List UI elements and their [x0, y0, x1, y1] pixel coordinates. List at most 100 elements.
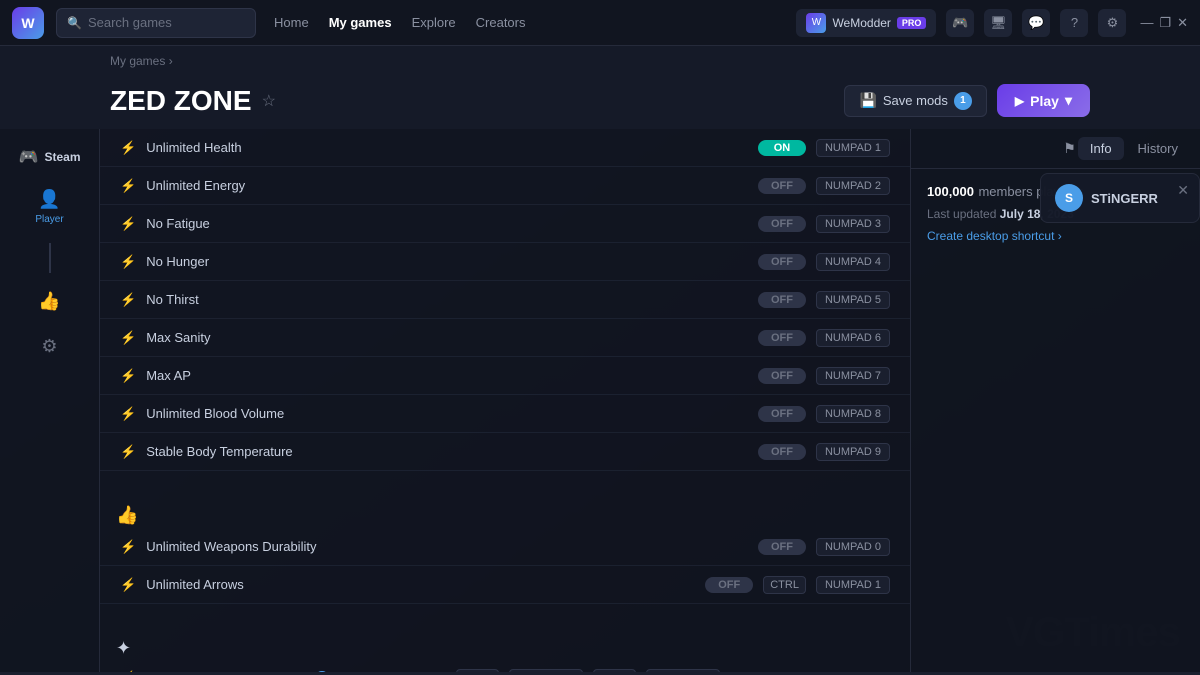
lightning-icon: ⚡ [120, 330, 136, 346]
mod-name-no-hunger: No Hunger [146, 254, 748, 269]
mod-name-unlimited-health: Unlimited Health [146, 140, 748, 155]
minimize-btn[interactable]: — [1140, 15, 1153, 31]
mod-row-max-sanity: ⚡ Max Sanity OFF NUMPAD 6 [100, 319, 910, 357]
toggle-no-thirst[interactable]: OFF [758, 292, 806, 308]
controller-icon-btn[interactable]: 🎮 [946, 9, 974, 37]
toggle-stable-temp[interactable]: OFF [758, 444, 806, 460]
speed-label: Set Game Speed [146, 671, 266, 673]
speed-section-gap [100, 604, 910, 634]
key-ctrl-speed1: CTRL [456, 669, 499, 672]
speed-slider-thumb[interactable] [315, 671, 329, 672]
toggle-max-ap[interactable]: OFF [758, 368, 806, 384]
toggle-no-hunger[interactable]: OFF [758, 254, 806, 270]
window-controls: — ❐ ✕ [1140, 15, 1188, 31]
play-label: Play [1030, 93, 1059, 109]
key-ctrl-arrows: CTRL [763, 576, 806, 594]
steam-label: Steam [44, 150, 80, 164]
user-avatar: S [1055, 184, 1083, 212]
player-mods-section: ⚡ Unlimited Health ON NUMPAD 1 ⚡ Unlimit… [100, 129, 910, 672]
steam-icon: 🎮 [18, 147, 38, 167]
key-numpad8: NUMPAD 8 [816, 405, 890, 423]
lightning-icon: ⚡ [120, 254, 136, 270]
mod-row-no-thirst: ⚡ No Thirst OFF NUMPAD 5 [100, 281, 910, 319]
play-chevron: ▾ [1065, 92, 1072, 109]
mod-name-max-sanity: Max Sanity [146, 330, 748, 345]
toggle-unlimited-blood[interactable]: OFF [758, 406, 806, 422]
play-button[interactable]: ▶ Play ▾ [997, 84, 1090, 117]
mod-name-unlimited-blood: Unlimited Blood Volume [146, 406, 748, 421]
toggle-max-sanity[interactable]: OFF [758, 330, 806, 346]
key-numpad2-speed: NUMPAD 2 [646, 669, 720, 672]
sidebar-item-player[interactable]: 👤 Player [0, 181, 99, 233]
wemodder-icon: W [806, 13, 826, 33]
mod-name-unlimited-arrows: Unlimited Arrows [146, 577, 695, 592]
logo-icon[interactable]: W [12, 7, 44, 39]
search-box[interactable]: 🔍 Search games [56, 8, 256, 38]
wemodder-badge[interactable]: W WeModder PRO [796, 9, 936, 37]
save-count-badge: 1 [954, 92, 972, 110]
close-btn[interactable]: ✕ [1177, 15, 1188, 31]
mod-row-no-fatigue: ⚡ No Fatigue OFF NUMPAD 3 [100, 205, 910, 243]
info-tabs: ⚑ Info History [911, 129, 1200, 169]
speed-section-icon: ✦ [116, 638, 131, 659]
sidebar-item-crosshair[interactable]: ⚙ [0, 328, 99, 365]
mod-row-unlimited-blood: ⚡ Unlimited Blood Volume OFF NUMPAD 8 [100, 395, 910, 433]
mod-name-unlimited-energy: Unlimited Energy [146, 178, 748, 193]
help-icon-btn[interactable]: ? [1060, 9, 1088, 37]
favorite-star-btn[interactable]: ☆ [262, 91, 276, 111]
mod-row-stable-temp: ⚡ Stable Body Temperature OFF NUMPAD 9 [100, 433, 910, 471]
header-right: 💾 Save mods 1 ▶ Play ▾ [844, 84, 1090, 117]
key-numpad7: NUMPAD 7 [816, 367, 890, 385]
key-numpad1: NUMPAD 1 [816, 139, 890, 157]
nav-creators[interactable]: Creators [476, 15, 526, 30]
info-content: 100,000 members play this Last updated J… [911, 169, 1200, 672]
monitor-icon-btn[interactable]: 🖥 [984, 9, 1012, 37]
discord-icon-btn[interactable]: 💬 [1022, 9, 1050, 37]
weapons-section-gap [100, 471, 910, 501]
create-shortcut-link[interactable]: Create desktop shortcut › [927, 229, 1184, 243]
key-numpad4: NUMPAD 4 [816, 253, 890, 271]
lightning-icon: ⚡ [120, 368, 136, 384]
nav-home[interactable]: Home [274, 15, 309, 30]
game-title: ZED ZONE [110, 85, 252, 117]
user-popup: ✕ S STiNGERR [1040, 173, 1200, 223]
key-numpad0: NUMPAD 0 [816, 538, 890, 556]
maximize-btn[interactable]: ❐ [1159, 15, 1171, 31]
mod-name-stable-temp: Stable Body Temperature [146, 444, 748, 459]
set-game-speed-row: ⚡ Set Game Speed 100 CTRL NUMPAD 3 CTRL … [100, 661, 910, 672]
toggle-unlimited-arrows[interactable]: OFF [705, 577, 753, 593]
tab-history[interactable]: History [1126, 137, 1190, 160]
close-popup-btn[interactable]: ✕ [1177, 182, 1189, 199]
breadcrumb: My games › [0, 46, 1200, 76]
key-numpad9: NUMPAD 9 [816, 443, 890, 461]
steam-platform-area: 🎮 Steam [0, 141, 99, 173]
key-numpad5: NUMPAD 5 [816, 291, 890, 309]
nav-explore[interactable]: Explore [412, 15, 456, 30]
lightning-icon: ⚡ [120, 140, 136, 156]
lightning-icon: ⚡ [120, 216, 136, 232]
mod-row-max-ap: ⚡ Max AP OFF NUMPAD 7 [100, 357, 910, 395]
breadcrumb-parent[interactable]: My games [110, 54, 165, 68]
mod-row-no-hunger: ⚡ No Hunger OFF NUMPAD 4 [100, 243, 910, 281]
toggle-unlimited-energy[interactable]: OFF [758, 178, 806, 194]
nav-my-games[interactable]: My games [329, 15, 392, 30]
key-ctrl-speed2: CTRL [593, 669, 636, 672]
toggle-unlimited-health[interactable]: ON [758, 140, 806, 156]
play-icon: ▶ [1015, 94, 1024, 108]
save-mods-button[interactable]: 💾 Save mods 1 [844, 85, 986, 117]
game-title-row: ZED ZONE ☆ [110, 85, 276, 117]
nav-links: Home My games Explore Creators [274, 15, 526, 30]
mod-name-no-thirst: No Thirst [146, 292, 748, 307]
lightning-icon: ⚡ [120, 539, 136, 555]
key-numpad2: NUMPAD 2 [816, 177, 890, 195]
settings-icon-btn[interactable]: ⚙ [1098, 9, 1126, 37]
crosshair-icon: ⚙ [41, 336, 57, 357]
tab-info[interactable]: Info [1078, 137, 1124, 160]
save-mods-label: Save mods [883, 93, 948, 108]
toggle-unlimited-weapons[interactable]: OFF [758, 539, 806, 555]
flag-icon: ⚑ [1063, 140, 1076, 157]
sidebar-item-thumbsup[interactable]: 👍 [0, 283, 99, 320]
lightning-icon: ⚡ [120, 292, 136, 308]
key-numpad3: NUMPAD 3 [816, 215, 890, 233]
toggle-no-fatigue[interactable]: OFF [758, 216, 806, 232]
